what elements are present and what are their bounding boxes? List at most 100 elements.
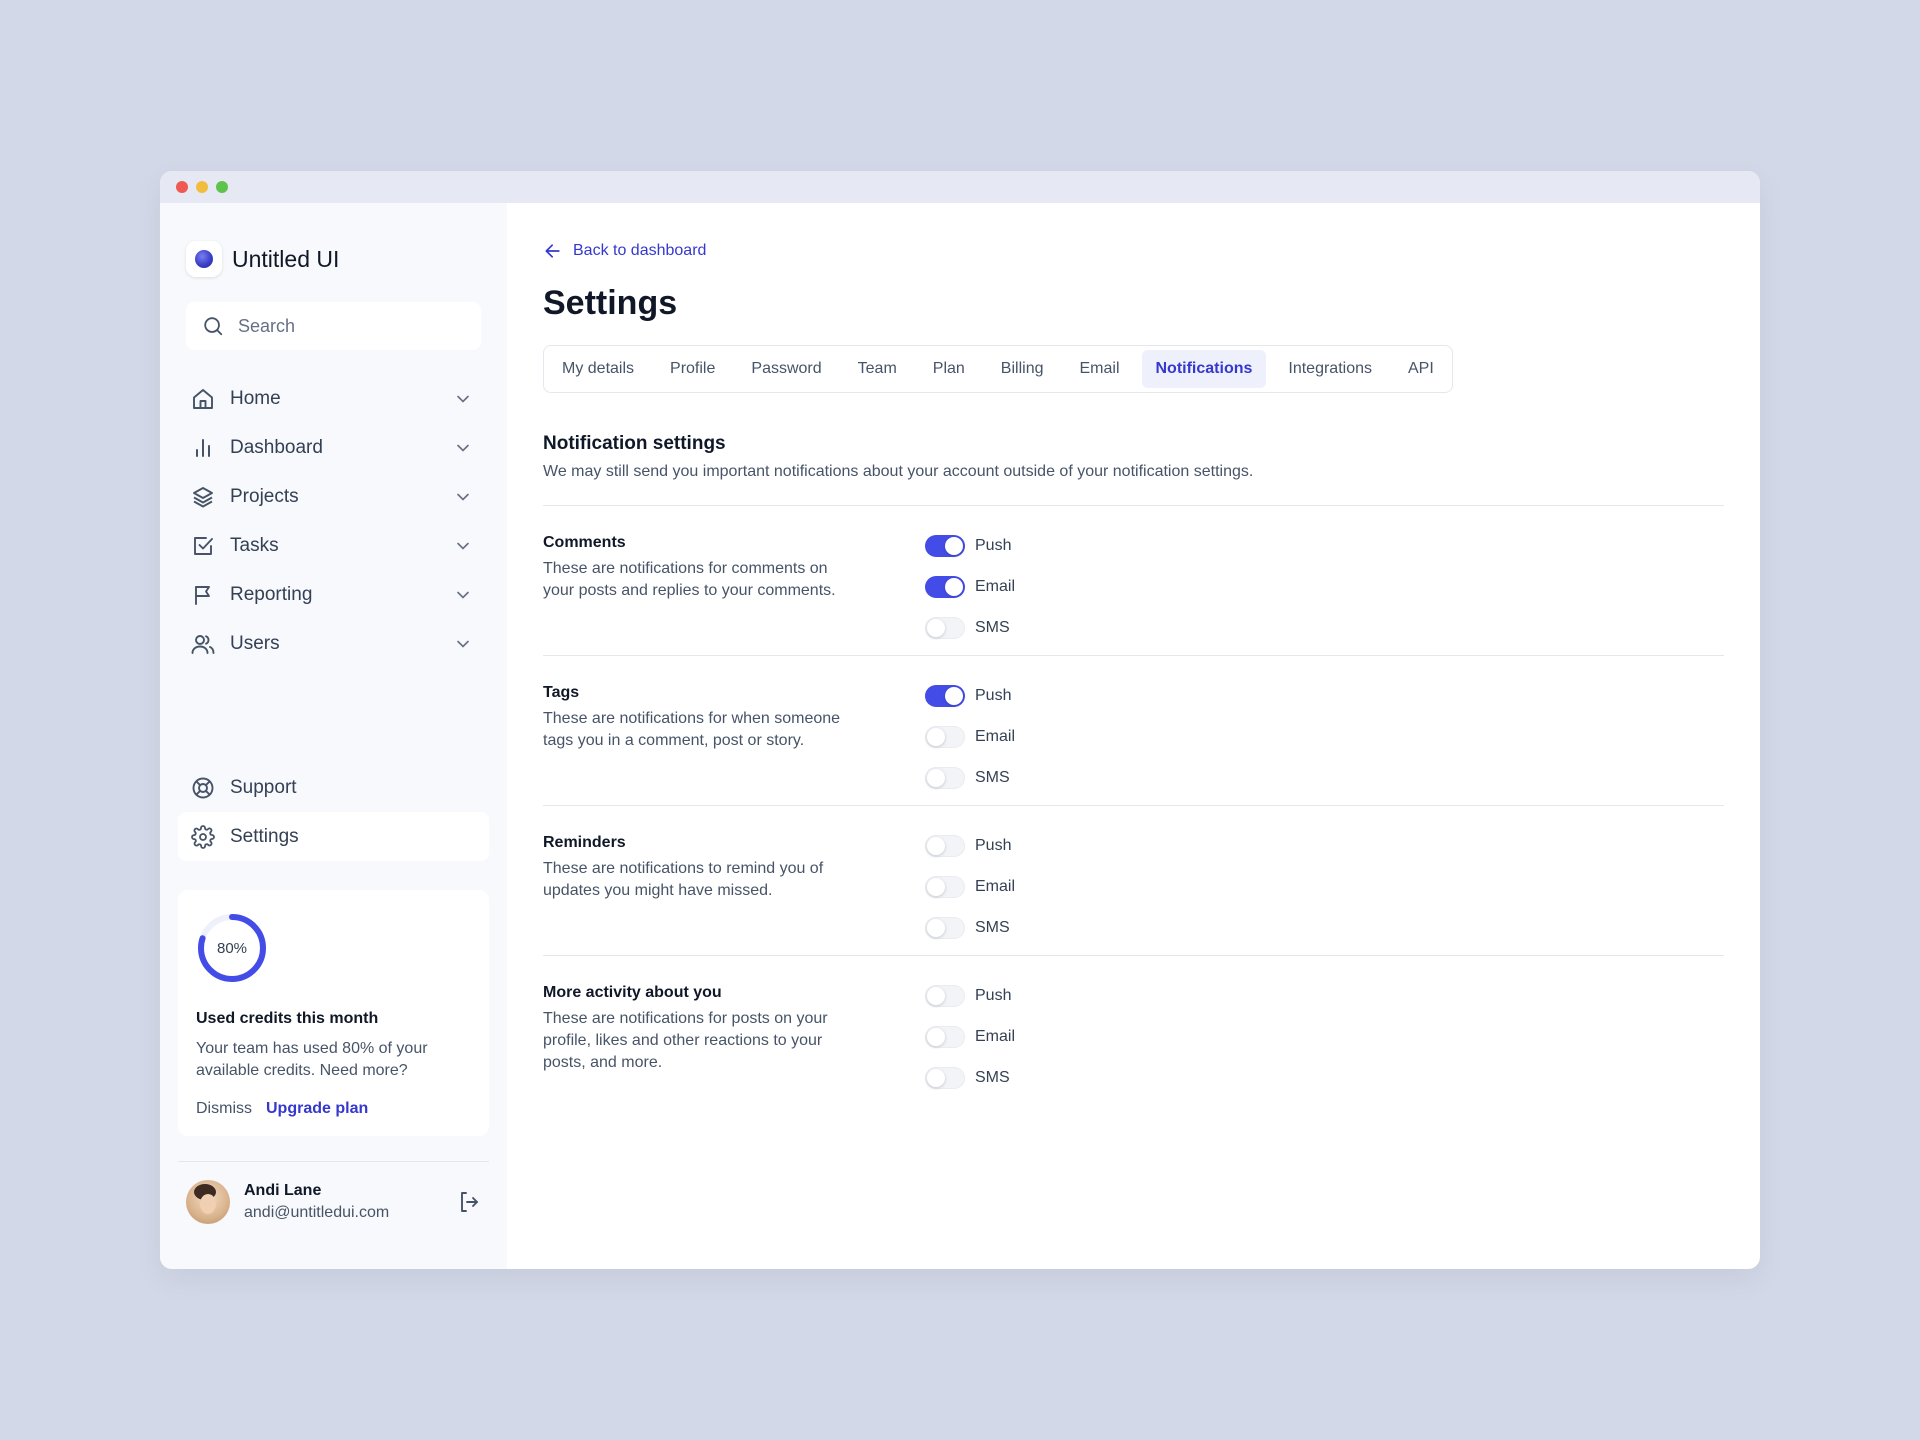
bottom-nav: Support Settings — [178, 763, 489, 861]
tab-team[interactable]: Team — [844, 350, 911, 388]
flag-icon — [190, 582, 216, 608]
sms-toggle[interactable] — [925, 1067, 965, 1089]
tab-email[interactable]: Email — [1065, 350, 1133, 388]
arrow-left-icon — [545, 244, 560, 258]
notification-groups: Comments These are notifications for com… — [543, 506, 1724, 1106]
nav-item-home[interactable]: Home — [178, 374, 489, 423]
nav-item-tasks[interactable]: Tasks — [178, 521, 489, 570]
email-toggle[interactable] — [925, 876, 965, 898]
email-toggle[interactable] — [925, 1026, 965, 1048]
section-title: Notification settings — [543, 433, 726, 454]
sms-toggle[interactable] — [925, 617, 965, 639]
search-icon — [204, 317, 223, 336]
group-title: More activity about you — [543, 984, 722, 1001]
settings-tabs: My details Profile Password Team Plan Bi… — [543, 345, 1453, 393]
nav-item-reporting[interactable]: Reporting — [178, 570, 489, 619]
toggle-label: SMS — [975, 619, 1010, 636]
brand[interactable]: Untitled UI — [178, 239, 489, 279]
tab-profile[interactable]: Profile — [656, 350, 729, 388]
nav-item-dashboard[interactable]: Dashboard — [178, 423, 489, 472]
search-box[interactable] — [186, 302, 481, 350]
nav-item-settings[interactable]: Settings — [178, 812, 489, 861]
sidebar: Untitled UI Home Dashboa — [160, 203, 507, 1269]
credits-title: Used credits this month — [196, 1010, 379, 1027]
gear-icon — [190, 824, 216, 850]
credits-progress-ring: 80% — [196, 912, 268, 984]
email-toggle[interactable] — [925, 576, 965, 598]
main-nav: Home Dashboard Projects Tasks Reporting … — [178, 374, 489, 668]
toggle-label: Push — [975, 537, 1012, 554]
brand-logo-icon — [186, 241, 222, 277]
tab-api[interactable]: API — [1394, 350, 1448, 388]
life-buoy-icon — [190, 775, 216, 801]
nav-label: Projects — [230, 485, 299, 507]
upgrade-plan-link[interactable]: Upgrade plan — [266, 1100, 368, 1118]
chevron-down-icon[interactable] — [453, 585, 473, 605]
push-toggle[interactable] — [925, 535, 965, 557]
credits-description: Your team has used 80% of your available… — [196, 1040, 428, 1079]
group-title: Comments — [543, 534, 626, 551]
chevron-down-icon[interactable] — [453, 536, 473, 556]
tab-my-details[interactable]: My details — [548, 350, 648, 388]
minimize-window-dot[interactable] — [196, 181, 208, 193]
toggle-label: Email — [975, 878, 1016, 895]
toggle-label: SMS — [975, 1069, 1010, 1086]
toggle-label: Email — [975, 578, 1016, 595]
check-square-icon — [190, 533, 216, 559]
notification-group-activity: More activity about you These are notifi… — [543, 956, 1724, 1106]
nav-label: Reporting — [230, 583, 313, 605]
bar-chart-icon — [190, 435, 216, 461]
maximize-window-dot[interactable] — [216, 181, 228, 193]
group-description: These are notifications to remind you of… — [543, 860, 824, 899]
tab-billing[interactable]: Billing — [987, 350, 1058, 388]
chevron-down-icon[interactable] — [453, 438, 473, 458]
toggle-label: Email — [975, 728, 1016, 745]
user-email: andi@untitledui.com — [244, 1204, 390, 1221]
brand-name: Untitled UI — [232, 245, 340, 272]
nav-item-projects[interactable]: Projects — [178, 472, 489, 521]
push-toggle[interactable] — [925, 985, 965, 1007]
tab-password[interactable]: Password — [737, 350, 835, 388]
users-icon — [190, 631, 216, 657]
dismiss-button[interactable]: Dismiss — [196, 1100, 252, 1118]
notification-group-reminders: Reminders These are notifications to rem… — [543, 806, 1724, 956]
credits-actions: Dismiss Upgrade plan — [196, 1100, 471, 1118]
avatar[interactable] — [186, 1180, 230, 1224]
chevron-down-icon[interactable] — [453, 389, 473, 409]
back-to-dashboard-link[interactable]: Back to dashboard — [543, 239, 743, 263]
sms-toggle[interactable] — [925, 767, 965, 789]
page-title: Settings — [543, 284, 678, 322]
toggle-label: SMS — [975, 919, 1010, 936]
user-name: Andi Lane — [244, 1182, 322, 1199]
sms-toggle[interactable] — [925, 917, 965, 939]
group-description: These are notifications for when someone… — [543, 710, 841, 749]
user-info: Andi Lane andi@untitledui.com — [244, 1182, 457, 1222]
close-window-dot[interactable] — [176, 181, 188, 193]
chevron-down-icon[interactable] — [453, 634, 473, 654]
chevron-down-icon[interactable] — [453, 487, 473, 507]
user-account: Andi Lane andi@untitledui.com — [186, 1178, 481, 1226]
toggle-label: Email — [975, 1028, 1016, 1045]
push-toggle[interactable] — [925, 685, 965, 707]
search-input[interactable] — [236, 314, 460, 338]
main-content: Back to dashboard Settings My details Pr… — [507, 203, 1760, 1269]
email-toggle[interactable] — [925, 726, 965, 748]
toggle-label: Push — [975, 987, 1012, 1004]
push-toggle[interactable] — [925, 835, 965, 857]
credits-card: 80% Used credits this month Your team ha… — [178, 890, 489, 1136]
nav-item-support[interactable]: Support — [178, 763, 489, 812]
back-label: Back to dashboard — [573, 242, 707, 259]
notification-group-tags: Tags These are notifications for when so… — [543, 656, 1724, 806]
group-description: These are notifications for comments on … — [543, 560, 836, 599]
tab-notifications[interactable]: Notifications — [1141, 350, 1267, 388]
tab-plan[interactable]: Plan — [919, 350, 979, 388]
group-title: Reminders — [543, 834, 626, 851]
section-subtitle: We may still send you important notifica… — [543, 463, 1254, 480]
logout-icon[interactable] — [457, 1190, 481, 1214]
tab-integrations[interactable]: Integrations — [1274, 350, 1386, 388]
layers-icon — [190, 484, 216, 510]
nav-label: Tasks — [230, 534, 279, 556]
credits-percent: 80% — [216, 939, 248, 957]
group-description: These are notifications for posts on you… — [543, 1010, 828, 1071]
nav-item-users[interactable]: Users — [178, 619, 489, 668]
